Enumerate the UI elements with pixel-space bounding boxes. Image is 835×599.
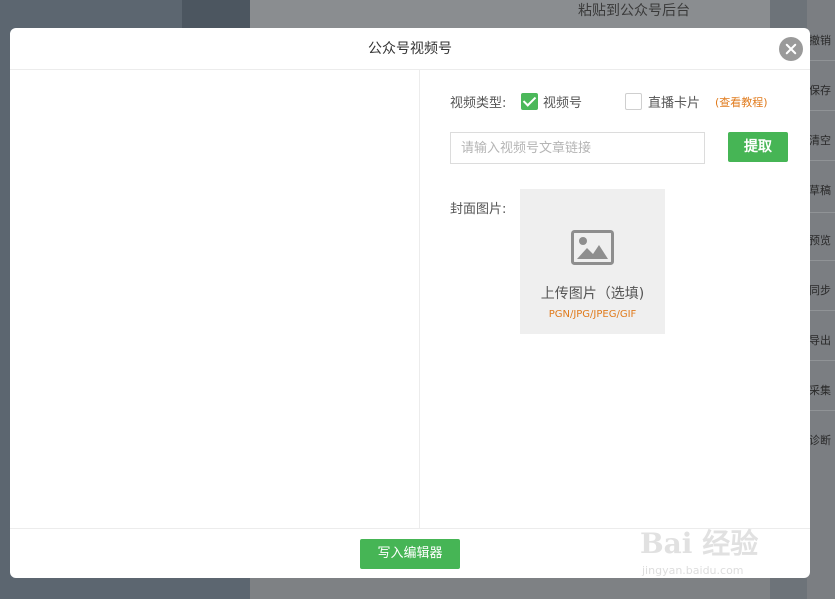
side-item-draft: 草稿	[809, 184, 831, 197]
checkbox-channels[interactable]	[521, 93, 538, 110]
upload-formats-hint: PGN/JPG/JPEG/GIF	[548, 309, 637, 320]
preview-pane	[10, 70, 420, 528]
video-dialog: 公众号视频号 视频类型: 视频号 直播卡片 (查看教程) 提取 封面图片: 上传…	[10, 28, 810, 578]
fetch-button[interactable]: 提取	[728, 132, 788, 162]
upload-image-text: 上传图片（选填)	[540, 286, 645, 302]
side-item-preview: 预览	[809, 234, 831, 247]
option-channels-label[interactable]: 视频号	[543, 92, 582, 111]
side-item-save: 保存	[809, 84, 831, 97]
view-tutorial-link[interactable]: (查看教程)	[715, 94, 768, 110]
side-item-sync: 同步	[809, 284, 831, 297]
watermark-logo-text: Bai 经验	[640, 527, 759, 560]
side-divider	[807, 60, 835, 61]
close-icon[interactable]	[779, 37, 803, 61]
option-live-card-label[interactable]: 直播卡片	[648, 92, 700, 111]
write-to-editor-button[interactable]: 写入编辑器	[360, 539, 460, 569]
side-divider	[807, 160, 835, 161]
side-item-clear: 清空	[809, 134, 831, 147]
side-divider	[807, 410, 835, 411]
settings-pane: 视频类型: 视频号 直播卡片 (查看教程) 提取 封面图片: 上传图片（选填) …	[420, 70, 810, 528]
cover-image-label: 封面图片:	[450, 202, 507, 217]
side-divider	[807, 360, 835, 361]
background-tab	[182, 0, 250, 28]
side-divider	[807, 310, 835, 311]
dialog-header: 公众号视频号	[10, 28, 810, 70]
dialog-title: 公众号视频号	[368, 41, 452, 57]
watermark-url: jingyan.baidu.com	[642, 564, 744, 577]
side-item-export: 导出	[809, 334, 831, 347]
side-item-diagnose: 诊断	[809, 434, 831, 447]
side-divider	[807, 110, 835, 111]
video-url-input[interactable]	[450, 132, 705, 164]
background-paste-hint: 粘贴到公众号后台	[578, 3, 690, 19]
side-item-collect: 采集	[809, 384, 831, 397]
side-divider	[807, 212, 835, 213]
background-side-toolbar: 撤销 保存 清空 草稿 预览 同步 导出 采集 诊断	[807, 0, 835, 599]
side-divider	[807, 260, 835, 261]
video-type-label: 视频类型:	[450, 96, 507, 111]
upload-image-box[interactable]: 上传图片（选填) PGN/JPG/JPEG/GIF	[520, 189, 665, 334]
background-top-bar	[250, 0, 770, 28]
checkbox-live-card[interactable]	[625, 93, 642, 110]
image-icon	[571, 230, 614, 265]
side-item-undo: 撤销	[809, 34, 831, 47]
baidu-watermark: Bai 经验 jingyan.baidu.com	[640, 512, 790, 582]
